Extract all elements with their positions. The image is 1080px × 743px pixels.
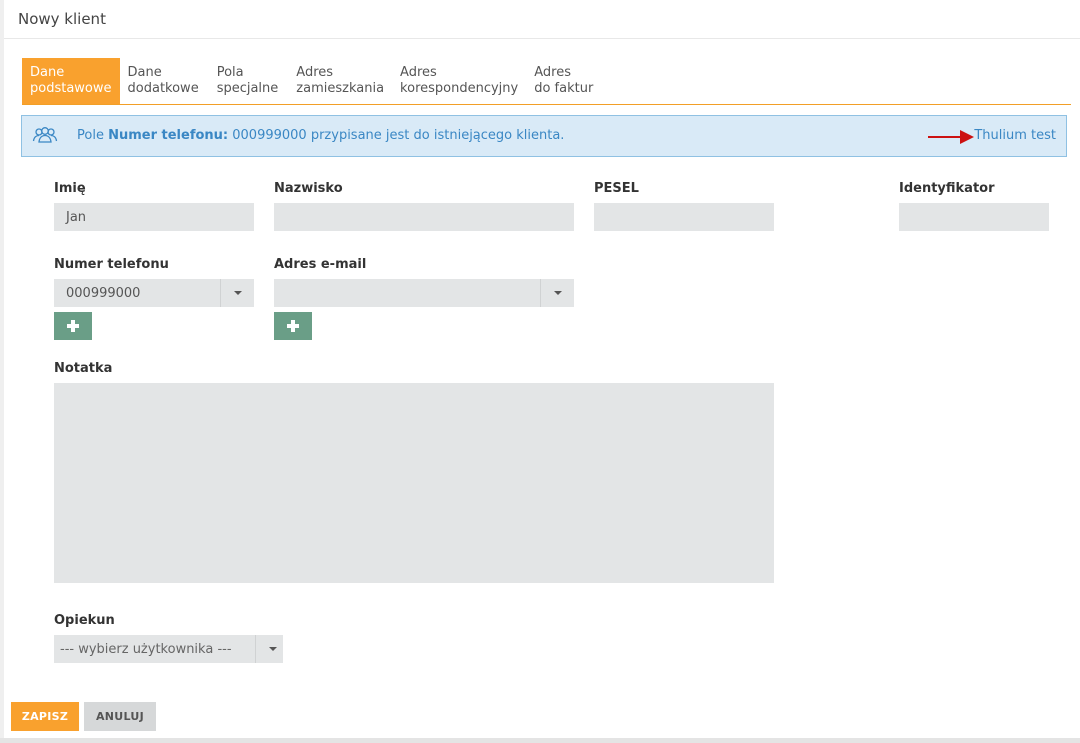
duplicate-client-alert: Pole Numer telefonu: 000999000 przypisan… xyxy=(21,115,1067,157)
tab-dane-podstawowe[interactable]: Dane podstawowe xyxy=(22,58,120,104)
tab-adres-do-faktur[interactable]: Adres do faktur xyxy=(526,58,601,104)
existing-client-link[interactable]: Thulium test xyxy=(974,128,1056,143)
tab-dane-dodatkowe[interactable]: Dane dodatkowe xyxy=(120,58,207,104)
guardian-select[interactable]: --- wybierz użytkownika --- xyxy=(54,635,283,663)
tab-label-line1: Dane xyxy=(127,65,162,80)
alert-message: Pole Numer telefonu: 000999000 przypisan… xyxy=(77,128,564,143)
tab-adres-zamieszkania[interactable]: Adres zamieszkania xyxy=(288,58,392,104)
users-icon xyxy=(32,126,58,146)
tab-adres-korespondencyjny[interactable]: Adres korespondencyjny xyxy=(392,58,526,104)
last-name-input[interactable] xyxy=(274,203,574,231)
client-form-panel: Nowy klient Dane podstawowe Dane dodatko… xyxy=(4,0,1080,738)
email-label: Adres e-mail xyxy=(274,257,367,272)
phone-select[interactable]: 000999000 xyxy=(54,279,254,307)
tab-label-line1: Pola xyxy=(216,65,244,80)
first-name-input[interactable]: Jan xyxy=(54,203,254,231)
tab-label-line2: zamieszkania xyxy=(296,81,385,96)
tab-label-line1: Dane xyxy=(30,65,65,80)
tab-label-line2: podstawowe xyxy=(30,81,112,96)
red-arrow-icon xyxy=(928,129,976,145)
chevron-down-icon[interactable] xyxy=(255,635,283,663)
tab-label-line2: specjalne xyxy=(216,81,279,96)
tab-label-line1: Adres xyxy=(400,65,437,80)
tab-label-line2: korespondencyjny xyxy=(400,81,519,96)
tab-label-line1: Adres xyxy=(296,65,334,80)
alert-field-name: Numer telefonu: xyxy=(108,128,229,143)
guardian-value: --- wybierz użytkownika --- xyxy=(60,642,232,657)
pesel-input[interactable] xyxy=(594,203,774,231)
add-email-button[interactable] xyxy=(274,312,312,340)
save-button[interactable]: ZAPISZ xyxy=(11,702,79,731)
note-textarea[interactable] xyxy=(54,383,774,583)
tab-label-line1: Adres xyxy=(534,65,571,80)
phone-value: 000999000 xyxy=(66,286,141,301)
tab-bar: Dane podstawowe Dane dodatkowe Pola spec… xyxy=(22,58,1071,105)
alert-suffix: 000999000 przypisane jest do istniejąceg… xyxy=(228,128,565,143)
guardian-label: Opiekun xyxy=(54,613,115,628)
tab-label-line2: do faktur xyxy=(534,81,594,96)
pesel-label: PESEL xyxy=(594,181,639,196)
note-label: Notatka xyxy=(54,361,113,376)
plus-icon xyxy=(287,320,299,332)
first-name-label: Imię xyxy=(54,181,86,196)
plus-icon xyxy=(67,320,79,332)
tab-label-line2: dodatkowe xyxy=(127,81,199,96)
alert-prefix: Pole xyxy=(77,128,109,143)
identifier-label: Identyfikator xyxy=(899,181,995,196)
email-select[interactable] xyxy=(274,279,574,307)
last-name-label: Nazwisko xyxy=(274,181,343,196)
chevron-down-icon[interactable] xyxy=(220,279,254,307)
cancel-button[interactable]: ANULUJ xyxy=(84,702,156,731)
add-phone-button[interactable] xyxy=(54,312,92,340)
identifier-input[interactable] xyxy=(899,203,1049,231)
chevron-down-icon[interactable] xyxy=(540,279,574,307)
tab-pola-specjalne[interactable]: Pola specjalne xyxy=(209,58,287,104)
bottom-border xyxy=(0,738,1080,743)
phone-label: Numer telefonu xyxy=(54,257,169,272)
page-title: Nowy klient xyxy=(4,0,1080,39)
